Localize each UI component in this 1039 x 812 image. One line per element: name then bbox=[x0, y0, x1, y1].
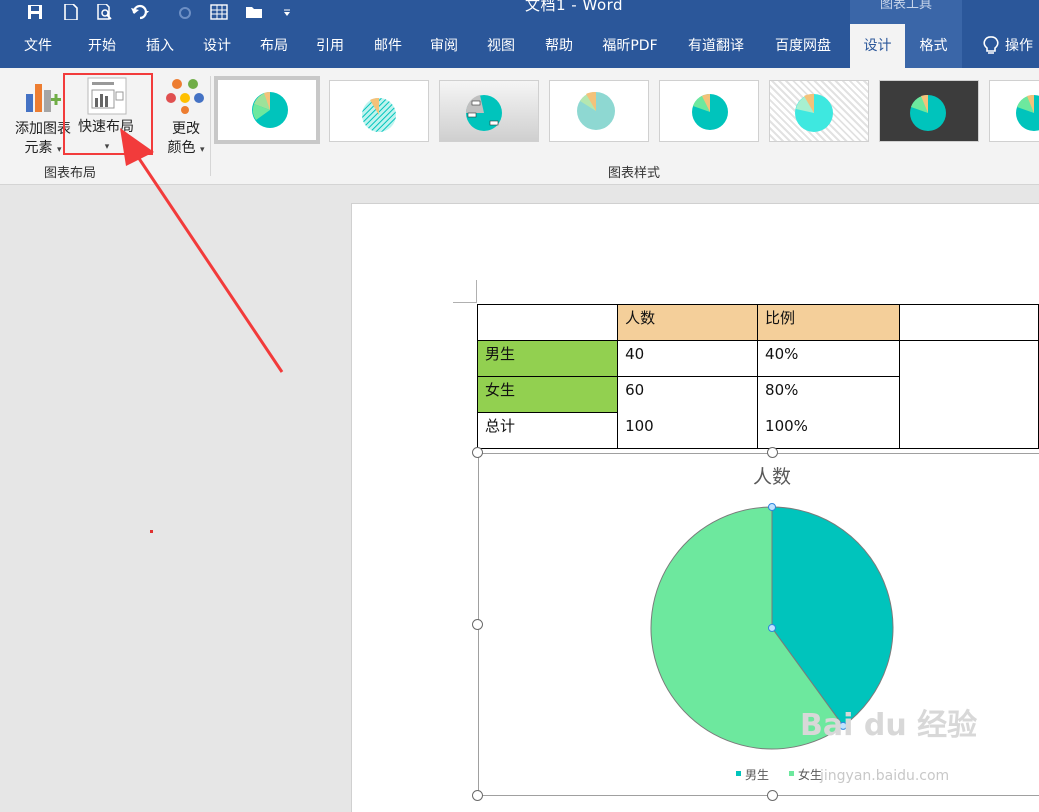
table-cell[interactable]: 80% 100% bbox=[757, 376, 900, 449]
new-document-icon[interactable] bbox=[58, 0, 84, 24]
legend-label[interactable]: 女生 bbox=[798, 767, 822, 782]
table-header-cell[interactable]: 比例 bbox=[757, 304, 900, 341]
add-chart-element-button[interactable]: 添加图表 元素 ▾ bbox=[8, 72, 71, 160]
table-cell[interactable] bbox=[898, 340, 1039, 449]
table-icon[interactable] bbox=[206, 0, 232, 24]
chart-title[interactable]: 人数 bbox=[753, 466, 791, 488]
chart-style-5[interactable] bbox=[659, 80, 759, 142]
table-header-row: 人数 比例 bbox=[476, 304, 1039, 341]
pie-thumb-icon bbox=[362, 97, 396, 132]
dropdown-caret-icon: ▾ bbox=[56, 145, 62, 155]
chart-style-6[interactable] bbox=[769, 80, 869, 142]
table-cell[interactable] bbox=[476, 304, 619, 341]
undo-icon[interactable] bbox=[128, 0, 154, 24]
chart-style-4[interactable] bbox=[549, 80, 649, 142]
customize-qat-icon[interactable] bbox=[276, 0, 298, 24]
tab-help[interactable]: 帮助 bbox=[533, 24, 585, 68]
slice-selection-handle[interactable] bbox=[768, 503, 776, 511]
baidu-watermark: Bai du 经验 bbox=[800, 708, 978, 743]
baidu-watermark-url: jingyan.baidu.com bbox=[820, 768, 950, 784]
legend-swatch bbox=[736, 771, 741, 776]
pie-thumb-icon bbox=[577, 91, 615, 130]
print-preview-icon[interactable] bbox=[92, 0, 118, 24]
table-cell-value: 100% bbox=[765, 417, 808, 435]
add-chart-element-label-2-text: 元素 bbox=[24, 140, 53, 156]
tab-chart-design[interactable]: 设计 bbox=[850, 24, 905, 68]
tab-chart-format[interactable]: 格式 bbox=[905, 24, 962, 68]
chart-style-2[interactable] bbox=[329, 80, 429, 142]
table-row-label[interactable]: 男生 bbox=[476, 340, 619, 377]
table-cell[interactable] bbox=[898, 304, 1039, 341]
ribbon-tabs: 文件 开始 插入 设计 布局 引用 邮件 审阅 视图 帮助 福昕PDF 有道翻译… bbox=[0, 24, 1039, 68]
pie-chart[interactable]: 人数 男生 女生 bbox=[478, 453, 1039, 796]
table-cell[interactable]: 40 bbox=[617, 340, 759, 377]
tab-review[interactable]: 审阅 bbox=[418, 24, 470, 68]
margin-mark bbox=[453, 302, 477, 303]
red-arrow-annotation bbox=[120, 128, 284, 373]
change-colors-icon bbox=[166, 79, 204, 114]
group-label-chart-styles: 图表样式 bbox=[608, 166, 661, 181]
chart-style-3[interactable] bbox=[439, 80, 539, 142]
table-row-label[interactable]: 总计 bbox=[476, 412, 619, 449]
tab-layout[interactable]: 布局 bbox=[248, 24, 300, 68]
save-icon[interactable] bbox=[22, 0, 48, 24]
tab-file[interactable]: 文件 bbox=[10, 24, 66, 68]
table-header-cell[interactable]: 人数 bbox=[617, 304, 759, 341]
tab-youdao-translate[interactable]: 有道翻译 bbox=[680, 24, 752, 68]
chart-tools-label: 图表工具 bbox=[850, 0, 962, 24]
pie-thumb-icon bbox=[692, 93, 728, 130]
chart-style-8[interactable] bbox=[989, 80, 1039, 142]
tab-home[interactable]: 开始 bbox=[76, 24, 128, 68]
tab-design[interactable]: 设计 bbox=[192, 24, 242, 68]
tab-references[interactable]: 引用 bbox=[304, 24, 356, 68]
tab-mailings[interactable]: 邮件 bbox=[362, 24, 414, 68]
legend-label[interactable]: 男生 bbox=[745, 768, 769, 782]
redo-icon[interactable] bbox=[172, 0, 198, 24]
table-cell-value: 100 bbox=[625, 417, 654, 435]
data-table[interactable]: 人数 比例 男生 40 40% 女生 60 100 80% 100% 总计 bbox=[476, 304, 1039, 449]
table-cell[interactable]: 40% bbox=[757, 340, 900, 377]
pie-thumb-icon bbox=[465, 95, 502, 131]
table-cell-value: 80% bbox=[765, 381, 799, 399]
lightbulb-icon[interactable] bbox=[978, 34, 1004, 58]
pie-thumb-icon bbox=[1016, 94, 1039, 131]
table-row: 男生 40 40% bbox=[476, 340, 1039, 449]
chart-styles-gallery bbox=[214, 74, 1039, 152]
table-cell-value: 60 bbox=[625, 381, 645, 399]
chart-style-7[interactable] bbox=[879, 80, 979, 142]
tell-me-box[interactable]: 操作 bbox=[1005, 24, 1039, 68]
pie-thumb-icon bbox=[910, 94, 946, 131]
red-dot bbox=[150, 530, 153, 533]
pie-thumb-icon bbox=[795, 93, 833, 132]
table-cell[interactable]: 60 100 bbox=[617, 376, 759, 449]
document-title: 文档1 - Word bbox=[525, 0, 624, 14]
tab-insert[interactable]: 插入 bbox=[134, 24, 186, 68]
legend-swatch bbox=[789, 771, 794, 776]
open-folder-icon[interactable] bbox=[242, 0, 268, 24]
add-chart-element-icon bbox=[26, 84, 61, 112]
add-chart-element-label-2: 元素 ▾ bbox=[18, 139, 68, 160]
tab-view[interactable]: 视图 bbox=[475, 24, 527, 68]
group-label-chart-layouts: 图表布局 bbox=[44, 166, 97, 181]
slice-selection-handle[interactable] bbox=[768, 624, 776, 632]
margin-mark bbox=[476, 280, 477, 302]
table-row-label[interactable]: 女生 bbox=[476, 376, 619, 413]
title-bar: 文档1 - Word 图表工具 bbox=[0, 0, 1039, 24]
tab-foxit-pdf[interactable]: 福昕PDF bbox=[595, 24, 665, 68]
tab-baidu-netdisk[interactable]: 百度网盘 bbox=[766, 24, 840, 68]
